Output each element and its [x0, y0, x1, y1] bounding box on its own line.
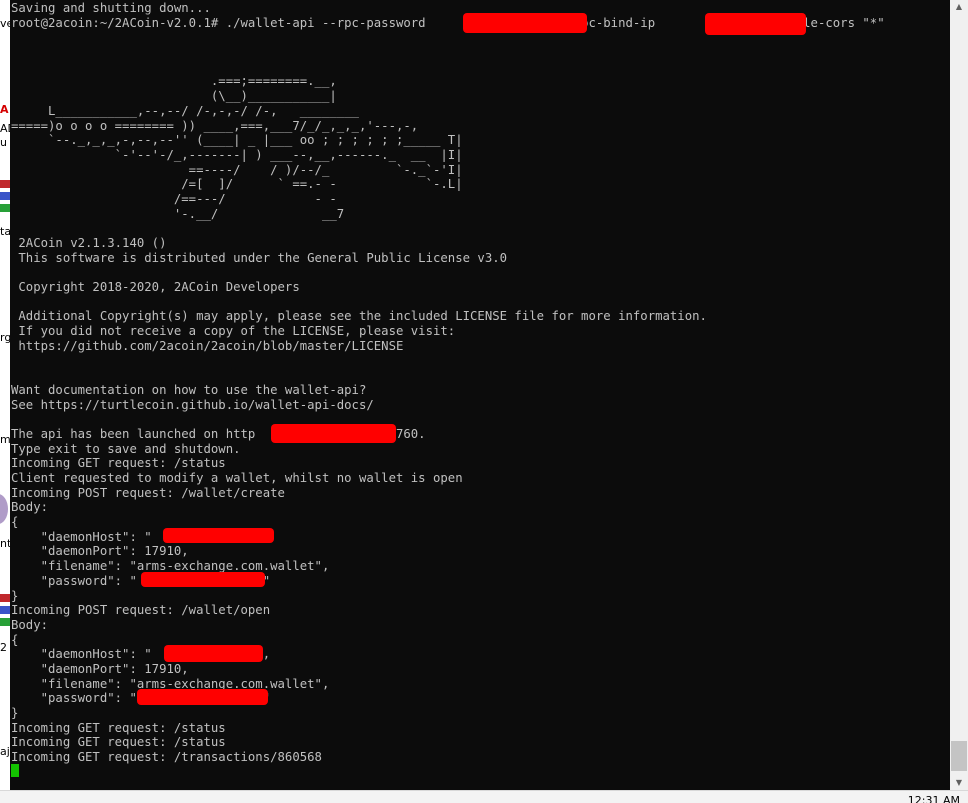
terminal-line: Incoming GET request: /transactions/8605… — [11, 750, 322, 765]
terminal-line: Body: — [11, 500, 49, 515]
taskbar: 12:31 AM — [0, 790, 968, 803]
terminal-line: Incoming GET request: /status — [11, 735, 226, 750]
terminal-line: Incoming POST request: /wallet/create — [11, 485, 285, 500]
terminal-line: Copyright 2018-2020, 2ACoin Developers — [11, 280, 300, 295]
terminal-line: 2ACoin v2.1.3.140 () — [11, 236, 167, 250]
taskbar-clock[interactable]: 12:31 AM — [908, 795, 960, 803]
terminal-line: `-'--'-/_,-------| ) ___--,__,------._ _… — [11, 147, 463, 162]
strip-text-fragment: ve — [0, 17, 10, 30]
colored-icon-block — [0, 606, 10, 614]
terminal-line: '-.__/ __7 — [11, 206, 345, 221]
redaction-password — [137, 689, 268, 705]
strip-text-fragment: rg — [0, 331, 10, 344]
terminal-line: https://github.com/2acoin/2acoin/blob/ma… — [11, 338, 404, 353]
terminal-line: L___________,--,--/ /-,-,-/ /-, ________ — [11, 103, 359, 118]
strip-text-fragment: AD — [0, 122, 10, 135]
terminal-line: =====)o o o o ======== )) ____,===,___7/… — [11, 118, 419, 133]
strip-text-fragment: nt — [0, 537, 10, 550]
terminal-line: The api has been launched on http :17760… — [11, 426, 426, 441]
terminal-line: Incoming GET request: /status — [11, 720, 226, 735]
terminal-line: Type exit to save and shutdown. — [11, 441, 241, 456]
terminal-line: See https://turtlecoin.github.io/wallet-… — [11, 397, 374, 412]
terminal-line: If you did not receive a copy of the LIC… — [11, 324, 456, 339]
terminal-window[interactable]: Saving and shutting down... root@2acoin:~… — [10, 0, 950, 790]
colored-icon-block — [0, 618, 10, 626]
terminal-line: "daemonPort": 17910, — [11, 661, 189, 676]
terminal-line: Body: — [11, 617, 49, 632]
colored-icon-block — [0, 180, 10, 188]
colored-icon-block — [0, 192, 10, 200]
terminal-output: Saving and shutting down... root@2acoin:~… — [11, 1, 885, 765]
colored-icon-block — [0, 204, 10, 212]
desktop: ve A AD u ta rg mi nt 2 aj Saving and sh… — [0, 0, 968, 803]
terminal-line: "daemonPort": 17910, — [11, 544, 189, 559]
terminal-line: { — [11, 515, 19, 530]
strip-text-fragment: mi — [0, 433, 10, 446]
strip-text-fragment: 2 — [0, 641, 7, 654]
scroll-up-icon[interactable]: ▲ — [950, 0, 968, 14]
redaction-rpc-bind-ip — [705, 13, 806, 35]
terminal-line: Client requested to modify a wallet, whi… — [11, 471, 463, 485]
background-window-strip: ve A AD u ta rg mi nt 2 aj — [0, 0, 10, 790]
terminal-cursor — [11, 764, 19, 777]
terminal-line: "daemonHost": " — [11, 529, 152, 544]
terminal-line: } — [11, 588, 19, 603]
terminal-line: `--._,_,_,-,--,--'' (____| _ |___ oo ; ;… — [11, 133, 463, 148]
terminal-line: This software is distributed under the G… — [11, 250, 508, 265]
terminal-line: Incoming POST request: /wallet/open — [11, 603, 271, 618]
strip-text-fragment: A — [0, 103, 9, 116]
terminal-line: /=[ ]/ ` ==.- - `-.L| — [11, 177, 463, 192]
strip-text-fragment: aj — [0, 745, 10, 758]
terminal-line: } — [11, 706, 19, 720]
strip-text-fragment: ta — [0, 225, 10, 238]
redaction-daemon-host — [163, 528, 274, 543]
terminal-line: Incoming GET request: /status — [11, 456, 226, 471]
terminal-line: (\__)___________| — [11, 89, 337, 104]
redaction-password — [141, 572, 265, 587]
redaction-daemon-host — [164, 645, 263, 662]
scrollbar-thumb[interactable] — [951, 741, 967, 771]
terminal-scrollbar[interactable]: ▲ ▼ — [950, 0, 968, 790]
terminal-line: "daemonHost": " ", — [11, 647, 271, 662]
scroll-down-icon[interactable]: ▼ — [950, 776, 968, 790]
terminal-line: { — [11, 632, 19, 647]
terminal-line: Additional Copyright(s) may apply, pleas… — [11, 309, 707, 324]
terminal-line: ==----/ / )/--/_ `-._`-'I| — [11, 162, 463, 177]
colored-icon-block — [0, 594, 10, 602]
terminal-line: Want documentation on how to use the wal… — [11, 382, 367, 397]
redaction-rpc-password — [463, 13, 587, 33]
avatar-icon — [0, 494, 8, 524]
terminal-line: .===;========.__, — [11, 74, 337, 89]
redaction-api-host — [271, 424, 396, 443]
strip-text-fragment: u — [0, 136, 7, 149]
terminal-line: /==---/ - - — [11, 191, 337, 206]
